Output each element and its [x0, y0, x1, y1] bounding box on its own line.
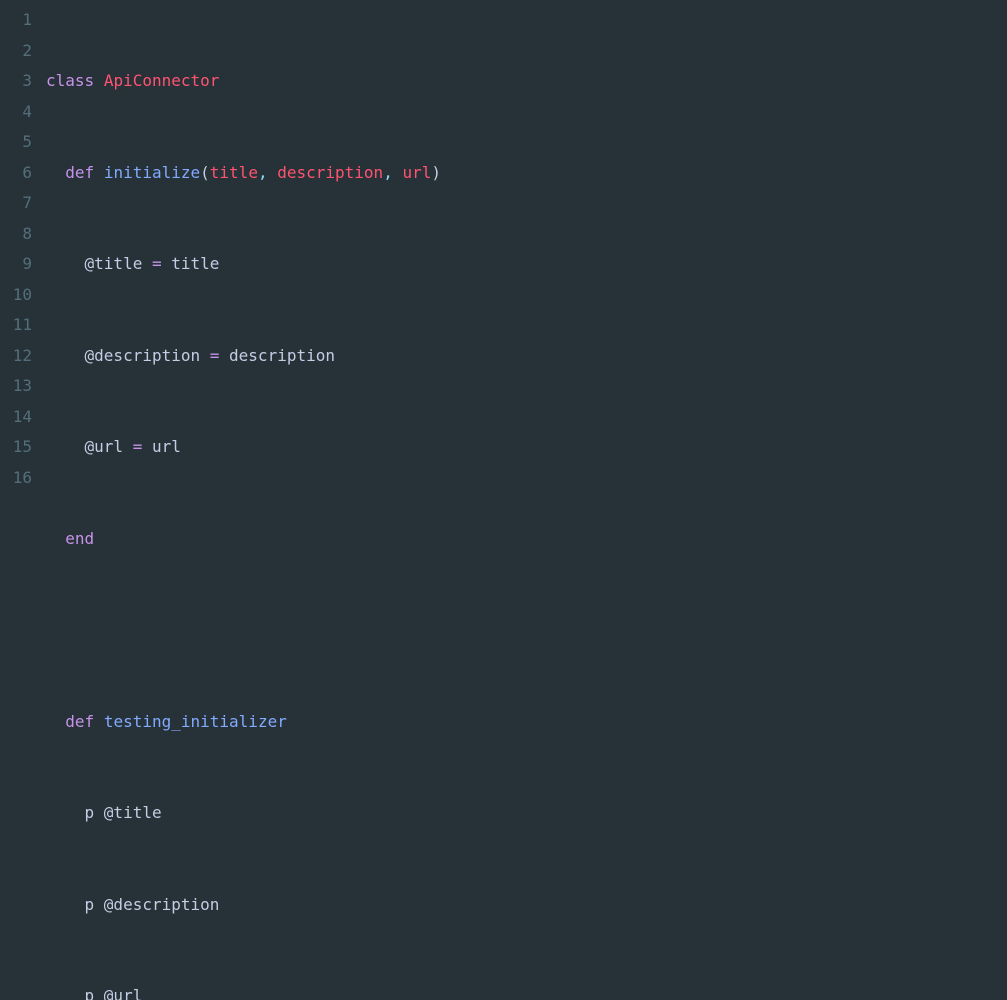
code-line[interactable]	[46, 615, 1007, 646]
operator: =	[142, 254, 171, 273]
method-name: testing_initializer	[104, 712, 287, 731]
comma: ,	[258, 163, 277, 182]
line-number: 13	[0, 371, 32, 402]
comma: ,	[383, 163, 402, 182]
instance-variable: @url	[104, 986, 143, 1000]
code-line[interactable]: @description = description	[46, 341, 1007, 372]
param: url	[402, 163, 431, 182]
keyword-end: end	[65, 529, 94, 548]
identifier: description	[229, 346, 335, 365]
line-number: 5	[0, 127, 32, 158]
code-area[interactable]: class ApiConnector def initialize(title,…	[40, 0, 1007, 500]
code-line[interactable]: end	[46, 524, 1007, 555]
line-number: 15	[0, 432, 32, 463]
identifier: p	[85, 803, 104, 822]
line-number: 2	[0, 36, 32, 67]
line-number: 7	[0, 188, 32, 219]
identifier: title	[171, 254, 219, 273]
code-editor[interactable]: 1 2 3 4 5 6 7 8 9 10 11 12 13 14 15 16 c…	[0, 0, 1007, 500]
code-line[interactable]: @url = url	[46, 432, 1007, 463]
line-number: 6	[0, 158, 32, 189]
param: title	[210, 163, 258, 182]
param: description	[277, 163, 383, 182]
identifier: url	[152, 437, 181, 456]
code-line[interactable]: def initialize(title, description, url)	[46, 158, 1007, 189]
line-number: 12	[0, 341, 32, 372]
instance-variable: @description	[104, 895, 220, 914]
line-number: 1	[0, 5, 32, 36]
line-number: 3	[0, 66, 32, 97]
line-number: 10	[0, 280, 32, 311]
line-number: 8	[0, 219, 32, 250]
line-number: 4	[0, 97, 32, 128]
code-line[interactable]: class ApiConnector	[46, 66, 1007, 97]
line-number: 16	[0, 463, 32, 494]
code-line[interactable]: def testing_initializer	[46, 707, 1007, 738]
identifier: p	[85, 895, 104, 914]
operator: =	[200, 346, 229, 365]
line-number: 9	[0, 249, 32, 280]
line-number-gutter: 1 2 3 4 5 6 7 8 9 10 11 12 13 14 15 16	[0, 0, 40, 500]
method-name: initialize	[104, 163, 200, 182]
operator: =	[123, 437, 152, 456]
instance-variable: @title	[104, 803, 162, 822]
paren: )	[431, 163, 441, 182]
line-number: 11	[0, 310, 32, 341]
paren: (	[200, 163, 210, 182]
line-number: 14	[0, 402, 32, 433]
instance-variable: @description	[85, 346, 201, 365]
code-line[interactable]: @title = title	[46, 249, 1007, 280]
keyword-class: class	[46, 71, 94, 90]
keyword-def: def	[65, 712, 94, 731]
code-line[interactable]: p @description	[46, 890, 1007, 921]
code-line[interactable]: p @url	[46, 981, 1007, 1000]
instance-variable: @title	[85, 254, 143, 273]
identifier: p	[85, 986, 104, 1000]
instance-variable: @url	[85, 437, 124, 456]
class-name: ApiConnector	[104, 71, 220, 90]
code-line[interactable]: p @title	[46, 798, 1007, 829]
keyword-def: def	[65, 163, 94, 182]
